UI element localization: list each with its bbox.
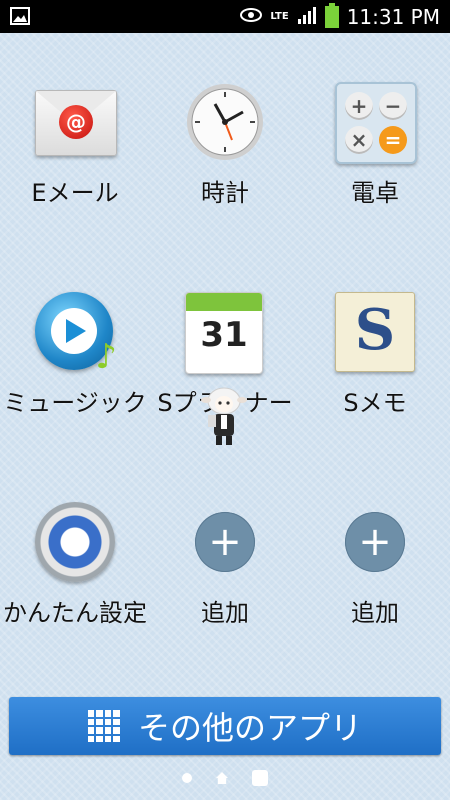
signal-icon [297, 6, 317, 28]
sheep-character-icon[interactable] [200, 385, 248, 447]
app-label: 追加 [351, 599, 399, 627]
app-drawer-grid-icon [87, 710, 120, 742]
app-splanner[interactable]: 31 Sプランナー [150, 280, 300, 480]
home-page-icon[interactable] [216, 772, 228, 784]
add-icon: + [345, 512, 405, 572]
app-label: 追加 [201, 599, 249, 627]
add-shortcut-button[interactable]: + 追加 [150, 490, 300, 690]
app-email[interactable]: @ Eメール [0, 70, 150, 270]
calculator-icon: + − × = [335, 82, 417, 164]
settings-gear-icon [35, 502, 115, 582]
app-label: ミュージック [3, 389, 147, 417]
add-icon: + [195, 512, 255, 572]
page-dot[interactable] [182, 773, 192, 783]
app-label: Sメモ [343, 389, 407, 417]
app-label: 電卓 [351, 179, 399, 207]
memo-letter: S [354, 297, 396, 363]
status-time: 11:31 PM [346, 4, 440, 29]
app-label: かんたん設定 [3, 599, 147, 627]
status-bar: LTE 11:31 PM [0, 0, 450, 33]
email-icon: @ [35, 90, 117, 156]
app-clock[interactable]: 時計 [150, 70, 300, 270]
eye-icon [240, 7, 263, 26]
more-apps-button[interactable]: その他のアプリ [9, 697, 441, 755]
app-smemo[interactable]: S Sメモ [300, 280, 450, 480]
calendar-date: 31 [200, 315, 248, 355]
calendar-icon: 31 [185, 292, 263, 374]
lte-indicator: LTE [270, 10, 289, 22]
app-calculator[interactable]: + − × = 電卓 [300, 70, 450, 270]
app-easy-settings[interactable]: かんたん設定 [0, 490, 150, 690]
app-music[interactable]: ♪ ミュージック [0, 280, 150, 480]
app-label: 時計 [201, 179, 249, 207]
music-icon: ♪ [35, 292, 117, 374]
add-shortcut-button[interactable]: + 追加 [300, 490, 450, 690]
battery-icon [324, 2, 339, 28]
clock-icon [185, 82, 265, 162]
more-apps-label: その他のアプリ [137, 709, 362, 747]
page-square-indicator[interactable] [252, 770, 268, 786]
memo-icon: S [335, 292, 415, 372]
gallery-notification-icon [10, 7, 30, 29]
app-label: Eメール [31, 179, 119, 207]
page-indicator [0, 768, 450, 788]
